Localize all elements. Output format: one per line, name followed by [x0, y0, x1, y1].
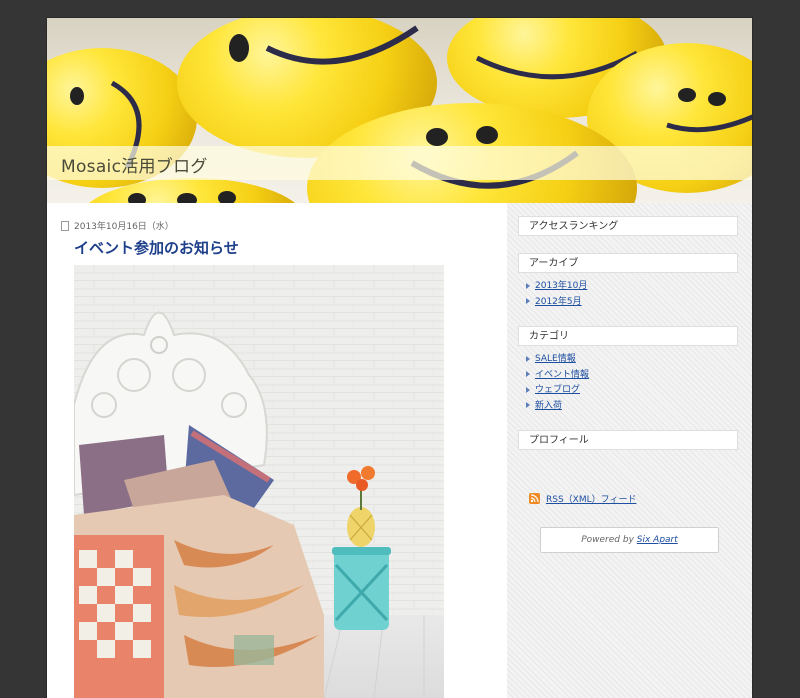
- entry-title[interactable]: イベント参加のお知らせ: [74, 237, 239, 258]
- blog-page: Mosaic活用ブログ 2013年10月16日（水） イベント参加のお知らせ ア…: [47, 18, 752, 698]
- sidebar: アクセスランキング アーカイブ 2013年10月 2012年5月 カテゴリ SA…: [507, 203, 752, 698]
- bedroom-photo: [74, 265, 444, 698]
- document-icon: [61, 220, 69, 231]
- categories-list: SALE情報 イベント情報 ウェブログ 新入荷: [526, 352, 589, 414]
- category-link-new-arrivals[interactable]: 新入荷: [535, 401, 562, 411]
- entry-photo[interactable]: [74, 265, 444, 698]
- archive-link-2013-10[interactable]: 2013年10月: [535, 281, 587, 291]
- category-item: SALE情報: [526, 352, 589, 368]
- powered-by-badge: Powered by Six Apart: [540, 527, 719, 553]
- entry-date-text: 2013年10月16日（水）: [74, 222, 174, 232]
- archive-item: 2012年5月: [526, 295, 587, 311]
- access-ranking-heading: アクセスランキング: [518, 216, 738, 236]
- categories-heading: カテゴリ: [518, 326, 738, 346]
- rss-feed: RSS（XML）フィード: [529, 492, 636, 505]
- header-banner: Mosaic活用ブログ: [47, 18, 752, 203]
- six-apart-link[interactable]: Six Apart: [637, 535, 678, 545]
- archives-heading: アーカイブ: [518, 253, 738, 273]
- smiley-image-6: [77, 178, 307, 203]
- category-link-event[interactable]: イベント情報: [535, 370, 589, 380]
- profile-heading: プロフィール: [518, 430, 738, 450]
- archive-link-2012-05[interactable]: 2012年5月: [535, 297, 582, 307]
- archives-list: 2013年10月 2012年5月: [526, 279, 587, 310]
- main-content: 2013年10月16日（水） イベント参加のお知らせ: [47, 203, 507, 698]
- rss-icon: [529, 493, 540, 504]
- blog-title[interactable]: Mosaic活用ブログ: [61, 152, 208, 177]
- category-item: 新入荷: [526, 399, 589, 415]
- entry-date: 2013年10月16日（水）: [61, 219, 174, 232]
- powered-by-text: Powered by: [581, 535, 637, 545]
- category-item: イベント情報: [526, 368, 589, 384]
- category-link-weblog[interactable]: ウェブログ: [535, 385, 580, 395]
- rss-feed-link[interactable]: RSS（XML）フィード: [546, 492, 636, 505]
- category-link-sale[interactable]: SALE情報: [535, 354, 576, 364]
- archive-item: 2013年10月: [526, 279, 587, 295]
- category-item: ウェブログ: [526, 383, 589, 399]
